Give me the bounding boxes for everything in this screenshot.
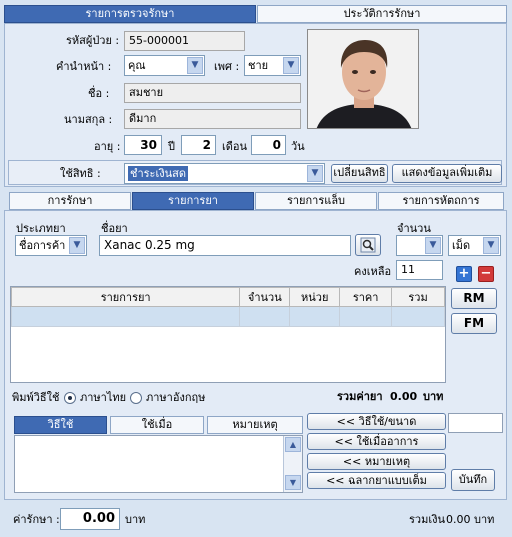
chevron-down-icon[interactable]: ▼ bbox=[69, 237, 85, 254]
note-field[interactable] bbox=[448, 413, 503, 433]
grand-total-label: รวมเงิน bbox=[409, 513, 445, 526]
table-row[interactable] bbox=[10, 306, 445, 327]
hn-label: รหัสผู้ป่วย : bbox=[66, 34, 120, 47]
tab-treatment[interactable]: การรักษา bbox=[9, 192, 131, 210]
prefix-select[interactable]: คุณ ▼ bbox=[124, 55, 205, 76]
rm-button[interactable]: RM bbox=[451, 288, 497, 309]
usage-scrollbar[interactable]: ▲ ▼ bbox=[283, 436, 302, 492]
unit-select[interactable]: เม็ด ▼ bbox=[448, 235, 501, 256]
hn-field: 55-000001 bbox=[124, 31, 245, 51]
col-price[interactable]: ราคา bbox=[339, 287, 393, 307]
age-days-field[interactable]: 0 bbox=[251, 135, 286, 155]
tab-treatment-list[interactable]: รายการตรวจรักษา bbox=[4, 5, 256, 23]
add-icon[interactable]: + bbox=[456, 266, 472, 282]
radio-thai-label[interactable]: ภาษาไทย bbox=[80, 391, 126, 405]
fee-label: ค่ารักษา : bbox=[13, 513, 60, 526]
radio-thai[interactable] bbox=[64, 392, 76, 404]
fee-currency: บาท bbox=[125, 513, 146, 526]
grand-total-value: 0.00 bbox=[446, 513, 471, 526]
remaining-label: คงเหลือ bbox=[354, 265, 392, 278]
sex-label: เพศ : bbox=[214, 60, 240, 73]
change-rights-button[interactable]: เปลี่ยนสิทธิ bbox=[331, 164, 388, 183]
col-unit[interactable]: หน่วย bbox=[289, 287, 341, 307]
drug-total-label: รวมค่ายา bbox=[337, 390, 383, 403]
quantity-select[interactable]: ▼ bbox=[396, 235, 443, 256]
use-when-symptom-button[interactable]: << ใช้เมื่ออาการ bbox=[307, 433, 446, 450]
remaining-field: 11 bbox=[396, 260, 443, 280]
usage-dosage-button[interactable]: << วิธีใช้/ขนาด bbox=[307, 413, 446, 430]
sex-select[interactable]: ชาย ▼ bbox=[244, 55, 301, 76]
age-label: อายุ : bbox=[94, 140, 121, 153]
months-unit-label: เดือน bbox=[222, 140, 248, 153]
rights-value: ชำระเงินสด bbox=[128, 166, 188, 181]
drug-total-value: 0.00 bbox=[390, 390, 418, 403]
scroll-up-icon[interactable]: ▲ bbox=[285, 437, 301, 452]
lastname-label: นามสกุล : bbox=[64, 113, 113, 126]
table-cell bbox=[391, 306, 445, 327]
col-quantity[interactable]: จำนวน bbox=[239, 287, 291, 307]
drug-total-currency: บาท bbox=[423, 390, 444, 403]
table-cell bbox=[239, 306, 291, 327]
lastname-field: ดีมาก bbox=[124, 109, 301, 129]
remove-icon[interactable]: − bbox=[478, 266, 494, 282]
prefix-label: คำนำหน้า : bbox=[56, 60, 112, 73]
patient-photo bbox=[307, 29, 419, 129]
age-years-field[interactable]: 30 bbox=[124, 135, 162, 155]
save-button[interactable]: บันทึก bbox=[451, 469, 495, 491]
age-months-field[interactable]: 2 bbox=[181, 135, 216, 155]
grand-total-currency: บาท bbox=[474, 513, 495, 526]
scroll-down-icon[interactable]: ▼ bbox=[285, 475, 301, 490]
note-button[interactable]: << หมายเหตุ bbox=[307, 453, 446, 470]
full-label-button[interactable]: << ฉลากยาแบบเต็ม bbox=[307, 472, 446, 489]
drug-type-value: ชื่อการค้า bbox=[19, 239, 66, 252]
table-cell bbox=[289, 306, 341, 327]
tab-lab-list[interactable]: รายการแล็บ bbox=[255, 192, 377, 210]
col-drug[interactable]: รายการยา bbox=[10, 287, 241, 307]
rights-label: ใช้สิทธิ : bbox=[60, 167, 101, 180]
tab-note[interactable]: หมายเหตุ bbox=[207, 416, 303, 434]
fm-button[interactable]: FM bbox=[451, 313, 497, 334]
tab-when-to-use[interactable]: ใช้เมื่อ bbox=[110, 416, 204, 434]
days-unit-label: วัน bbox=[291, 140, 305, 153]
years-unit-label: ปี bbox=[168, 140, 175, 153]
unit-value: เม็ด bbox=[452, 239, 471, 252]
quantity-label: จำนวน bbox=[397, 222, 431, 235]
drug-table: รายการยา จำนวน หน่วย ราคา รวม bbox=[10, 287, 445, 327]
patient-avatar bbox=[308, 30, 418, 128]
drug-type-label: ประเภทยา bbox=[16, 222, 66, 235]
sex-value: ชาย bbox=[248, 59, 269, 72]
drug-name-input[interactable]: Xanac 0.25 mg bbox=[99, 235, 351, 256]
usage-textarea[interactable] bbox=[14, 435, 303, 493]
chevron-down-icon[interactable]: ▼ bbox=[425, 237, 441, 254]
fee-input[interactable]: 0.00 bbox=[60, 508, 120, 530]
chevron-down-icon[interactable]: ▼ bbox=[187, 57, 203, 74]
table-cell bbox=[339, 306, 393, 327]
chevron-down-icon[interactable]: ▼ bbox=[283, 57, 299, 74]
col-total[interactable]: รวม bbox=[391, 287, 445, 307]
chevron-down-icon[interactable]: ▼ bbox=[483, 237, 499, 254]
table-cell bbox=[10, 306, 241, 327]
drug-type-select[interactable]: ชื่อการค้า ▼ bbox=[15, 235, 87, 256]
prefix-value: คุณ bbox=[128, 59, 146, 72]
firstname-field: สมชาย bbox=[124, 83, 301, 103]
drug-name-label: ชื่อยา bbox=[101, 222, 128, 235]
radio-english-label[interactable]: ภาษาอังกฤษ bbox=[146, 391, 205, 405]
tab-procedure-list[interactable]: รายการหัตถการ bbox=[378, 192, 504, 210]
rights-select[interactable]: ชำระเงินสด ▼ bbox=[124, 163, 325, 184]
print-usage-label: พิมพ์วิธีใช้ bbox=[12, 391, 60, 404]
tab-usage[interactable]: วิธีใช้ bbox=[14, 416, 107, 434]
firstname-label: ชื่อ : bbox=[88, 87, 110, 100]
show-more-info-button[interactable]: แสดงข้อมูลเพิ่มเติม bbox=[392, 164, 502, 183]
search-icon bbox=[360, 237, 376, 253]
chevron-down-icon[interactable]: ▼ bbox=[307, 165, 323, 182]
tab-drug-list[interactable]: รายการยา bbox=[132, 192, 254, 210]
drug-search-button[interactable] bbox=[355, 234, 381, 256]
radio-english[interactable] bbox=[130, 392, 142, 404]
tab-treatment-history[interactable]: ประวัติการรักษา bbox=[257, 5, 507, 23]
radio-selected-dot bbox=[68, 396, 72, 400]
